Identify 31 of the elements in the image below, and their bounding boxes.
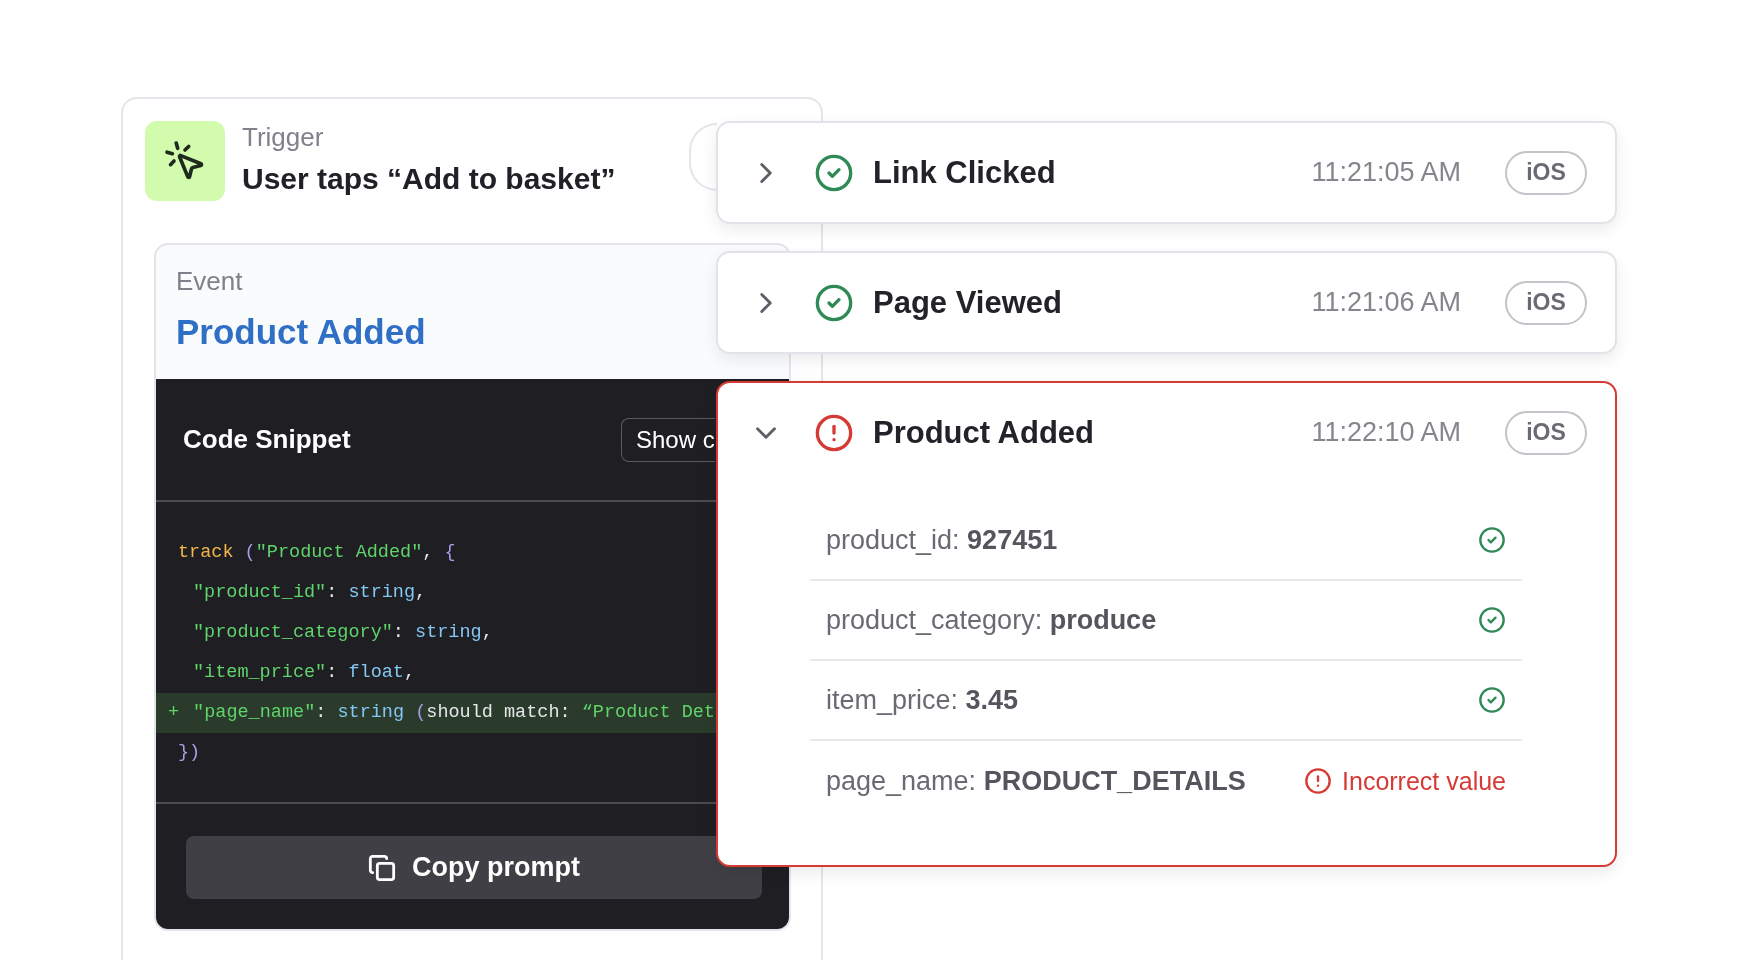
property-text: product_category: produce [826, 604, 1157, 636]
pointer-click-icon [145, 121, 225, 201]
code-line: track ("Product Added", { [177, 541, 457, 565]
event-name: Link Clicked [873, 154, 1057, 191]
show-button[interactable]: Show c [621, 417, 715, 462]
event-time: 11:22:10 AM [1311, 417, 1461, 448]
event-name: Page Viewed [873, 284, 1063, 321]
platform-badge: iOS [1505, 150, 1587, 195]
error-message: Incorrect value [1342, 766, 1506, 796]
event-card[interactable]: Page Viewed 11:21:06 AM iOS [716, 251, 1617, 354]
trigger-title: User taps “Add to basket” [242, 161, 616, 197]
event-time: 11:21:06 AM [1311, 287, 1461, 318]
code-line: "item_price": float, [192, 661, 417, 685]
event-label: Event [176, 265, 244, 297]
code-line: "product_id": string, [192, 581, 428, 605]
platform-badge: iOS [1505, 280, 1587, 325]
property-text: item_price: 3.45 [826, 684, 1019, 716]
trigger-label: Trigger [242, 121, 325, 153]
property-text: product_id: 927451 [826, 524, 1058, 556]
event-card[interactable]: Product Added 11:22:10 AM iOS product_id: 927451 product_category: produce item_price: 3.45 page_name: PRODUCT_DETAILS Incorrect value [716, 381, 1617, 867]
event-name: Product Added [873, 414, 1095, 451]
copy-icon [368, 853, 396, 882]
copy-prompt-button[interactable]: Copy prompt [186, 836, 762, 899]
event-card[interactable]: Link Clicked 11:21:05 AM iOS [716, 121, 1617, 224]
event-time: 11:21:05 AM [1311, 157, 1461, 188]
event-title: Product Added [176, 311, 427, 353]
platform-badge: iOS [1505, 410, 1587, 455]
code-line: }) [177, 741, 202, 765]
code-line: "product_category": string, [192, 621, 494, 645]
property-text: page_name: PRODUCT_DETAILS [826, 765, 1246, 797]
code-title: Code Snippet [183, 424, 351, 455]
